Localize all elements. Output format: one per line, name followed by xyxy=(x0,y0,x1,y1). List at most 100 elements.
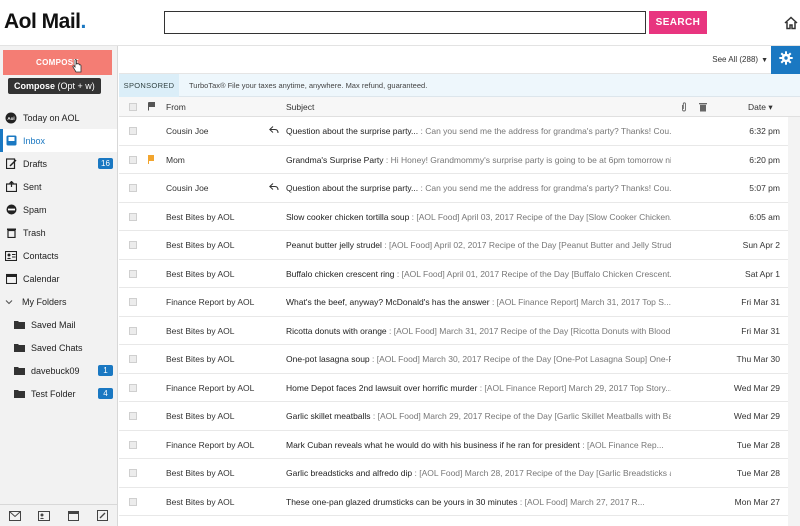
sidebar-item-label: Contacts xyxy=(23,250,59,261)
message-sender: Best Bites by AOL xyxy=(166,211,235,222)
trash-icon[interactable] xyxy=(699,102,707,114)
folder-item-saved-mail[interactable]: Saved Mail xyxy=(0,313,117,336)
date-column-header[interactable]: Date ▾ xyxy=(748,102,773,113)
message-preview: : Can you send me the address for grandm… xyxy=(418,183,672,193)
message-date: 6:32 pm xyxy=(749,126,780,136)
message-row[interactable]: Best Bites by AOL One-pot lasagna soup : … xyxy=(119,345,800,374)
home-icon[interactable] xyxy=(784,16,798,30)
folder-label: davebuck09 xyxy=(31,365,80,376)
message-row[interactable]: Cousin Joe Question about the surprise pa… xyxy=(119,174,800,203)
message-subject: One-pot lasagna soup xyxy=(286,354,370,364)
message-preview: : [AOL Food] March 27, 2017 R... xyxy=(517,496,645,507)
sidebar-item-calendar[interactable]: Calendar xyxy=(0,267,117,290)
message-row[interactable]: Finance Report by AOL Home Depot faces 2n… xyxy=(119,373,800,402)
message-date: 6:05 am xyxy=(749,211,780,222)
sidebar-item-label: Inbox xyxy=(23,135,46,146)
message-row[interactable]: Best Bites by AOL Slow cooker chicken tor… xyxy=(119,202,800,231)
message-subject: Garlic skillet meatballs xyxy=(286,411,371,421)
folder-count-badge: 1 xyxy=(98,365,113,376)
message-subject: Mark Cuban reveals what he would do with… xyxy=(286,439,580,450)
message-row[interactable]: Best Bites by AOL Garlic breadsticks and … xyxy=(119,459,800,488)
sidebar-item-label: Sent xyxy=(23,181,42,192)
folder-label: Test Folder xyxy=(31,388,76,399)
message-list-header: From Subject Date ▾ xyxy=(119,97,800,117)
sidebar-item-contacts[interactable]: Contacts xyxy=(0,244,117,267)
sidebar-item-today-on-aol[interactable]: Aol Today on AOL xyxy=(0,106,117,129)
message-checkbox[interactable] xyxy=(129,326,137,335)
sponsored-ad-row[interactable]: SPONSORED TurboTax® File your taxes anyt… xyxy=(119,74,800,97)
message-checkbox[interactable] xyxy=(129,383,137,392)
message-date: Wed Mar 29 xyxy=(733,411,780,421)
message-date: Tue Mar 28 xyxy=(736,468,780,478)
message-checkbox[interactable] xyxy=(129,469,137,477)
sidebar-item-drafts[interactable]: Drafts 16 xyxy=(0,152,117,175)
message-checkbox[interactable] xyxy=(129,241,137,249)
message-row[interactable]: Best Bites by AOL Buffalo chicken crescen… xyxy=(119,259,800,288)
message-sender: Best Bites by AOL xyxy=(166,268,235,279)
message-checkbox[interactable] xyxy=(129,127,137,135)
message-date: Thu Mar 30 xyxy=(736,354,780,364)
message-checkbox[interactable] xyxy=(129,184,137,192)
sidebar-item-sent[interactable]: Sent xyxy=(0,175,117,198)
message-row[interactable]: Finance Report by AOL Mark Cuban reveals … xyxy=(119,430,800,459)
flag-icon[interactable] xyxy=(148,154,154,164)
mail-icon[interactable] xyxy=(8,509,22,523)
message-list-scrollbar[interactable] xyxy=(788,117,800,526)
message-row[interactable]: Cousin Joe Question about the surprise pa… xyxy=(119,117,800,146)
folder-label: Saved Chats xyxy=(31,342,83,353)
sidebar-item-inbox[interactable]: Inbox xyxy=(0,129,117,152)
message-checkbox[interactable] xyxy=(129,412,137,420)
message-subject-preview: What's the beef, anyway? McDonald's has … xyxy=(286,297,671,307)
search-button[interactable]: SEARCH xyxy=(649,11,707,34)
message-checkbox[interactable] xyxy=(129,298,137,306)
message-row[interactable]: Mom Grandma's Surprise Party : Hi Honey! … xyxy=(119,145,800,174)
compose-button[interactable]: COMPOSE xyxy=(3,50,112,75)
message-checkbox[interactable] xyxy=(129,355,137,363)
select-all-checkbox[interactable] xyxy=(129,103,137,111)
sidebar-item-spam[interactable]: Spam xyxy=(0,198,117,221)
message-checkbox[interactable] xyxy=(129,440,137,449)
subject-column-header[interactable]: Subject xyxy=(286,102,314,112)
message-preview: : [AOL Food] March 29, 2017 Recipe of th… xyxy=(370,411,671,421)
message-sender: Finance Report by AOL xyxy=(166,439,255,450)
folder-item-davebuck09[interactable]: davebuck09 1 xyxy=(0,359,117,382)
message-sender: Cousin Joe xyxy=(166,183,209,193)
folder-item-saved-chats[interactable]: Saved Chats xyxy=(0,336,117,359)
message-toolbar: See All (288) ▼ xyxy=(119,46,800,74)
message-preview: : [AOL Food] March 31, 2017 Recipe of th… xyxy=(386,325,671,336)
message-checkbox[interactable] xyxy=(129,497,137,506)
message-checkbox[interactable] xyxy=(129,155,137,164)
folder-icon xyxy=(12,364,26,378)
message-sender: Mom xyxy=(166,154,185,165)
message-subject-preview: Garlic skillet meatballs : [AOL Food] Ma… xyxy=(286,411,671,421)
message-checkbox[interactable] xyxy=(129,212,137,221)
settings-button[interactable] xyxy=(771,46,800,74)
my-folders-toggle[interactable]: My Folders xyxy=(0,290,117,313)
flag-column-icon[interactable] xyxy=(148,102,155,113)
see-all-dropdown[interactable]: See All (288) ▼ xyxy=(712,55,768,64)
message-date: 6:20 pm xyxy=(749,154,780,165)
attachment-icon[interactable] xyxy=(681,102,687,114)
folder-item-test-folder[interactable]: Test Folder 4 xyxy=(0,382,117,405)
sidebar-item-trash[interactable]: Trash xyxy=(0,221,117,244)
hand-cursor-icon xyxy=(72,59,82,73)
message-subject: Buffalo chicken crescent ring xyxy=(286,268,395,279)
aol-mail-logo[interactable]: Aol Mail. xyxy=(4,10,86,34)
calendar-icon[interactable] xyxy=(66,509,80,523)
message-row[interactable]: Best Bites by AOL Peanut butter jelly str… xyxy=(119,231,800,260)
folder-icon xyxy=(12,318,26,332)
message-row[interactable]: Best Bites by AOL These one-pan glazed dr… xyxy=(119,487,800,516)
notes-icon[interactable] xyxy=(95,509,109,523)
message-preview: : [AOL Food] March 28, 2017 Recipe of th… xyxy=(414,468,671,478)
contacts-icon[interactable] xyxy=(37,509,51,523)
svg-text:Aol: Aol xyxy=(7,116,14,121)
message-row[interactable]: Finance Report by AOL What's the beef, an… xyxy=(119,288,800,317)
search-input[interactable] xyxy=(164,11,646,34)
message-date: Mon Mar 27 xyxy=(734,496,780,507)
message-sender: Best Bites by AOL xyxy=(166,411,235,421)
message-row[interactable]: Best Bites by AOL Garlic skillet meatball… xyxy=(119,402,800,431)
message-checkbox[interactable] xyxy=(129,269,137,278)
message-row[interactable]: Best Bites by AOL Ricotta donuts with ora… xyxy=(119,316,800,345)
from-column-header[interactable]: From xyxy=(166,102,186,112)
message-sender: Best Bites by AOL xyxy=(166,354,235,364)
